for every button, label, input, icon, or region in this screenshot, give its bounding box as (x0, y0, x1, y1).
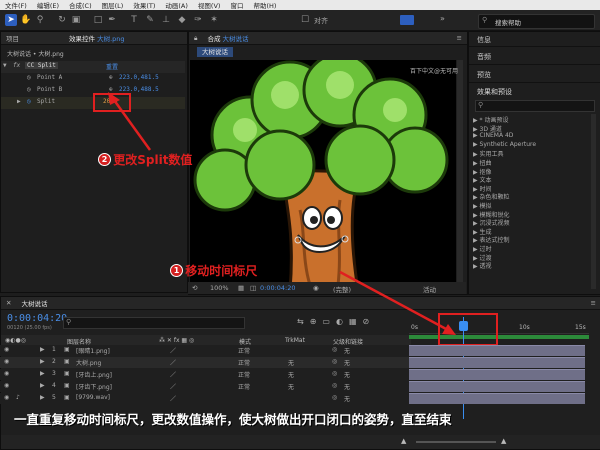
step1-callout: 1 移动时间标尺 (170, 262, 257, 279)
step2-callout: 2 更改Split数值 (98, 151, 192, 168)
step1-text: 移动时间标尺 (185, 264, 258, 278)
annotation-arrows (108, 92, 456, 335)
bottom-instruction: 一直重复移动时间标尺，更改数值操作，使大树做出开口闭口的姿势，直至结束 (14, 412, 452, 427)
step2-text: 更改Split数值 (113, 153, 193, 167)
step1-number: 1 (170, 263, 183, 277)
step2-number: 2 (98, 152, 111, 166)
